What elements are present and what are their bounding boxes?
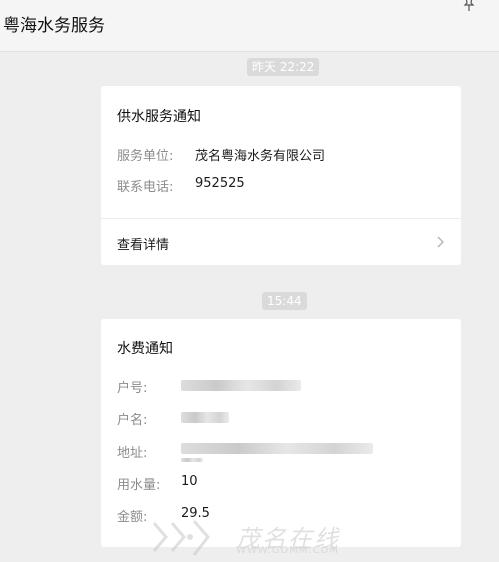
view-details-label: 查看详情	[117, 238, 170, 253]
water-usage-label: 用水量:	[117, 478, 161, 493]
chat-title: 粤海水务服务	[3, 16, 105, 36]
message-card-water-service[interactable]: 供水服务通知 服务单位: 茂名粤海水务有限公司 联系电话: 952525 查看详…	[101, 86, 461, 265]
account-number-value-redacted	[181, 380, 301, 391]
pin-icon[interactable]	[462, 0, 476, 12]
account-number-label: 户号:	[117, 381, 148, 396]
account-name-value-redacted	[181, 412, 229, 423]
service-unit-value: 茂名粤海水务有限公司	[195, 149, 326, 164]
address-value-redacted	[181, 458, 203, 462]
message-card-water-bill[interactable]: 水费通知 户号: 户名: 地址: 用水量: 10 金额: 29.5	[101, 319, 461, 547]
card-title: 水费通知	[117, 341, 173, 357]
address-label: 地址:	[117, 446, 148, 461]
amount-value: 29.5	[181, 506, 210, 521]
account-name-label: 户名:	[117, 413, 148, 428]
message-timestamp: 昨天 22:22	[247, 58, 320, 76]
service-unit-label: 服务单位:	[117, 149, 174, 164]
address-value-redacted	[181, 443, 373, 454]
card-title: 供水服务通知	[117, 109, 201, 125]
water-usage-value: 10	[181, 474, 198, 489]
phone-value: 952525	[195, 176, 245, 191]
chevron-right-icon	[437, 236, 444, 248]
view-details-link[interactable]: 查看详情	[101, 219, 461, 265]
phone-label: 联系电话:	[117, 180, 174, 195]
chat-header: 粤海水务服务	[0, 0, 499, 52]
message-timestamp: 15:44	[262, 292, 307, 310]
amount-label: 金额:	[117, 510, 148, 525]
